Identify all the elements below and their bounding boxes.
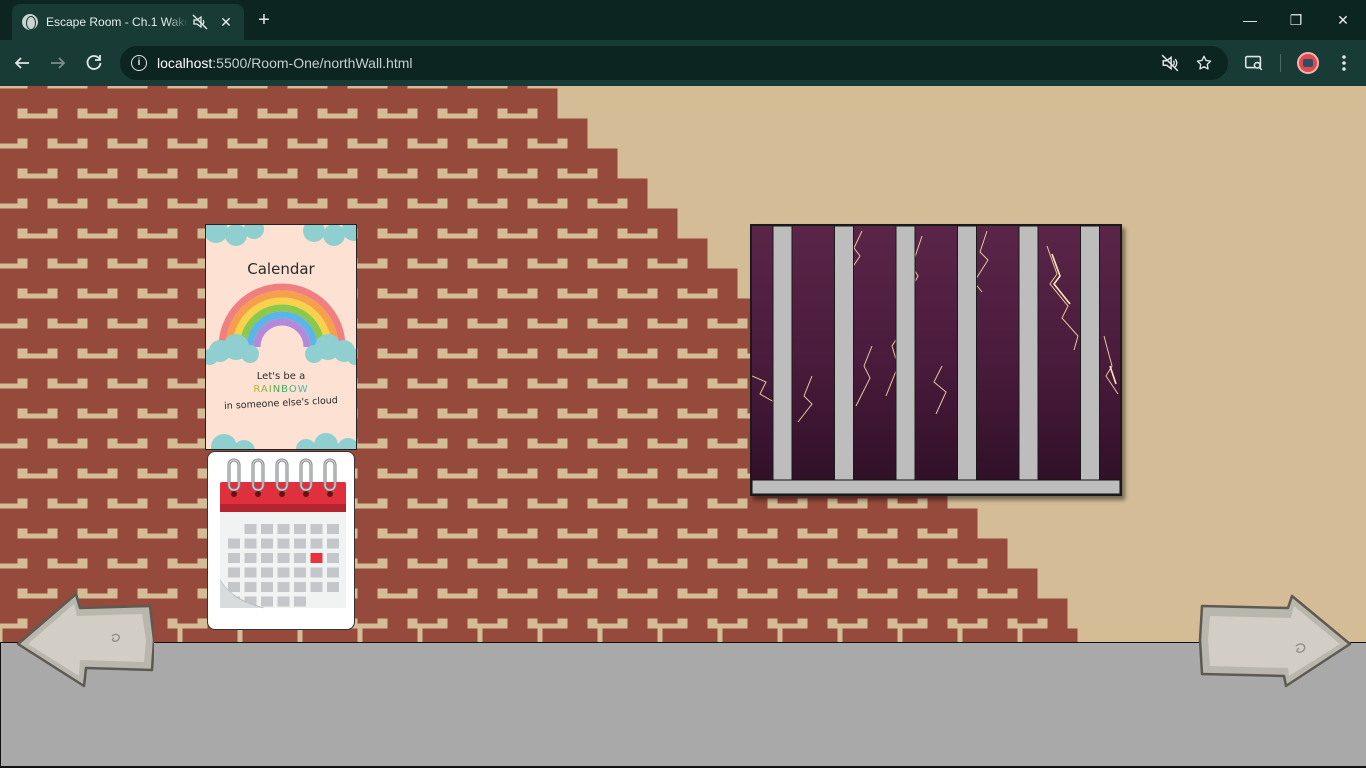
window-bar [1018,226,1039,483]
calendar-day [244,567,257,578]
calendar-day [294,553,306,563]
lightning-storm-view [752,226,1120,494]
stone-arrow-right[interactable] [1198,590,1354,690]
bookmark-star-icon[interactable] [1195,54,1213,72]
window-bar [1080,226,1100,483]
close-window-button[interactable]: ✕ [1331,8,1355,32]
calendar-day [277,538,290,549]
calendar-day [261,538,273,549]
tab-escape-room[interactable]: Escape Room - Ch.1 Wake Up ✕ [12,4,244,40]
calendar-day [277,567,290,578]
calendar-day [327,538,339,549]
close-tab-icon[interactable]: ✕ [218,14,234,30]
calendar-day [327,582,339,592]
calendar-day [310,567,323,578]
calendar-day [261,582,273,592]
new-tab-button[interactable]: + [254,10,274,30]
calendar-day [327,567,339,578]
calendar-day [327,524,339,534]
kebab-menu-icon[interactable] [1333,52,1355,74]
page-viewport: Calendar Let's be a RAINBOW in someone e… [0,86,1366,768]
back-icon[interactable] [10,51,34,75]
calendar-day [327,553,339,563]
calendar-day [294,567,306,578]
stone-arrow-left[interactable] [14,590,156,690]
restore-button[interactable]: ❐ [1284,8,1308,32]
calendar-day [277,582,290,592]
calendar-day [310,538,323,549]
calendar-day [294,596,306,607]
left-arrow-icon [16,592,156,688]
poster-line-2: RAINBOW [206,384,356,395]
calendar-day [294,582,306,592]
rainbow-art [206,225,356,449]
right-arrow-icon [1198,594,1352,688]
tab-strip: Escape Room - Ch.1 Wake Up ✕ + — ❐ ✕ [0,0,1366,40]
calendar-day [244,582,257,592]
calendar-day [261,596,273,607]
wall-calendar-graphic [219,458,346,609]
calendar-day [228,567,240,578]
floor [0,642,1366,768]
forward-icon[interactable] [46,51,70,75]
calendar-day [244,524,257,534]
globe-icon [22,14,38,30]
calendar-day [261,553,273,563]
calendar-day [228,582,240,592]
address-bar[interactable]: i localhost:5500/Room-One/northWall.html [120,46,1228,80]
muted-speaker-icon[interactable] [1161,54,1179,72]
profile-avatar[interactable] [1297,52,1319,74]
barred-window[interactable] [750,224,1122,496]
window-bar [957,226,977,483]
media-search-icon[interactable] [1243,52,1265,74]
calendar-day [277,596,290,607]
calendar-poster[interactable]: Calendar Let's be a RAINBOW in someone e… [205,224,357,450]
calendar-day [294,538,306,549]
url-text[interactable]: localhost:5500/Room-One/northWall.html [157,55,413,71]
window-bar [834,226,854,483]
calendar-day [244,538,257,549]
calendar-day [261,567,273,578]
window-bar [895,226,916,483]
browser-toolbar: i localhost:5500/Room-One/northWall.html [0,40,1366,86]
minimize-button[interactable]: — [1238,8,1262,32]
muted-speaker-icon[interactable] [192,14,208,30]
poster-title: Calendar [247,260,315,278]
calendar-day [228,538,240,549]
calendar-day [310,582,323,592]
tab-title: Escape Room - Ch.1 Wake Up [46,15,188,29]
poster-line-1: Let's be a [256,371,306,382]
calendar-day [261,524,273,534]
window-bar [772,226,793,483]
reload-icon[interactable] [82,51,106,75]
calendar-day [228,553,240,563]
calendar-day [277,553,290,563]
calendar-day [310,524,323,534]
calendar-day [277,524,290,534]
site-info-icon[interactable]: i [131,55,147,71]
highlighted-day [310,553,323,563]
toolbar-divider [1280,54,1281,72]
calendar-day [294,524,306,534]
calendar-icon[interactable] [207,451,355,630]
calendar-day [244,553,257,563]
